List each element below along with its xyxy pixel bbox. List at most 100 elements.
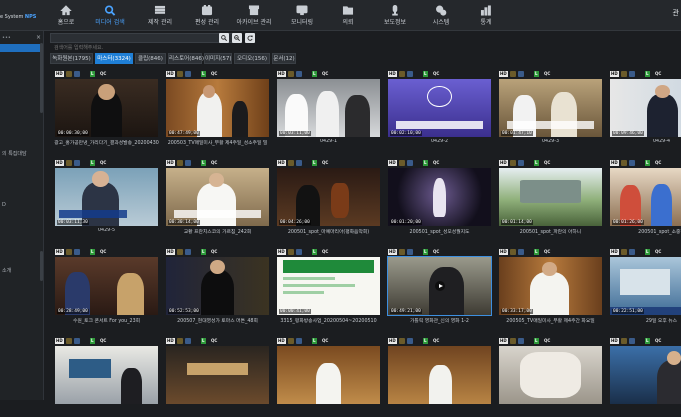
video-thumbnail[interactable] [55, 346, 158, 404]
edit-icon[interactable] [185, 71, 191, 77]
nav-gears[interactable]: 시스템 [419, 0, 463, 31]
video-thumbnail[interactable]: 00:01:14;00 [499, 168, 602, 226]
video-thumbnail[interactable]: 00:30:14;00 [166, 168, 269, 226]
media-card[interactable]: HD L QC 00:22:51;00 29일 오후 뉴스 [609, 248, 681, 328]
pencil-icon[interactable] [177, 338, 183, 344]
media-card[interactable]: HD L QC 00:01:20;00 200501_spot_성모성월지도 [387, 159, 492, 239]
pencil-icon[interactable] [621, 71, 627, 77]
media-card[interactable]: HD L QC [165, 337, 270, 417]
video-thumbnail[interactable]: 00:04:26;00 [277, 168, 380, 226]
edit-icon[interactable] [296, 160, 302, 166]
media-card[interactable]: HD L QC 00:00:41;00 3315_평화방송사업_20200504~202… [276, 248, 381, 328]
tab-media-type[interactable]: 오디오(156) [234, 53, 270, 64]
nav-calendar[interactable]: 편성 관리 [185, 0, 229, 31]
tab-media-type[interactable]: 녹화원본(1795) [50, 53, 93, 64]
video-thumbnail[interactable]: 00:49:21;00 [387, 256, 492, 316]
sidebar-scrollbar-lower[interactable] [40, 251, 43, 281]
edit-icon[interactable] [296, 71, 302, 77]
pencil-icon[interactable] [621, 160, 627, 166]
pencil-icon[interactable] [66, 160, 72, 166]
edit-icon[interactable] [518, 338, 524, 344]
sidebar-selected-item[interactable] [0, 44, 40, 52]
pencil-icon[interactable] [66, 338, 72, 344]
edit-icon[interactable] [185, 249, 191, 255]
media-card[interactable]: HD L QC 00:02:10;00 0429-2 [387, 70, 492, 150]
media-card[interactable]: HD L QC 00:01:26;00 200501_spot_소중한 [609, 159, 681, 239]
tab-media-type[interactable]: 리스토어(846) [168, 53, 204, 64]
sidebar-scrollbar[interactable] [40, 43, 43, 113]
video-thumbnail[interactable]: 00:00:30;00 [55, 79, 158, 137]
advanced-search-button[interactable] [232, 33, 242, 43]
media-card[interactable]: HD L QC [54, 337, 159, 417]
pencil-icon[interactable] [177, 71, 183, 77]
media-card[interactable]: HD L QC 00:03:11;00 0429-1 [276, 70, 381, 150]
edit-icon[interactable] [407, 249, 413, 255]
pencil-icon[interactable] [288, 160, 294, 166]
media-card[interactable]: HD L QC 00:09:46;00 0429-4 [609, 70, 681, 150]
media-card[interactable]: HD L QC [498, 337, 603, 417]
video-thumbnail[interactable]: 00:52:53;00 [166, 257, 269, 315]
edit-icon[interactable] [518, 71, 524, 77]
pencil-icon[interactable] [177, 249, 183, 255]
video-thumbnail[interactable]: 00:47:49;00 [166, 79, 269, 137]
media-card[interactable]: HD L QC 00:03:11;30 0429-5 [54, 159, 159, 239]
pencil-icon[interactable] [66, 71, 72, 77]
sidebar-item[interactable]: D [2, 202, 6, 208]
reset-button[interactable] [245, 33, 255, 43]
brand-logo[interactable]: e System NPS [0, 14, 36, 20]
pencil-icon[interactable] [288, 71, 294, 77]
video-thumbnail[interactable]: 00:01:26;00 [610, 168, 681, 226]
edit-icon[interactable] [518, 160, 524, 166]
video-thumbnail[interactable] [277, 346, 380, 404]
edit-icon[interactable] [74, 338, 80, 344]
video-thumbnail[interactable]: 00:22:51;00 [610, 257, 681, 315]
nav-chart[interactable]: 통계 [464, 0, 508, 31]
pencil-icon[interactable] [66, 249, 72, 255]
search-button[interactable] [219, 33, 229, 43]
edit-icon[interactable] [185, 160, 191, 166]
nav-list[interactable]: 제작 관리 [138, 0, 182, 31]
video-thumbnail[interactable]: 00:33:17;00 [499, 257, 602, 315]
sidebar-item[interactable]: 의 특집대담 [2, 150, 27, 157]
media-card[interactable]: HD L QC 00:28:49;00 수원_토크 콘서트 For you_23회 [54, 248, 159, 328]
video-thumbnail[interactable] [610, 346, 681, 404]
nav-home[interactable]: 홈으로 [44, 0, 88, 31]
edit-icon[interactable] [185, 338, 191, 344]
pencil-icon[interactable] [621, 338, 627, 344]
pencil-icon[interactable] [288, 338, 294, 344]
pencil-icon[interactable] [510, 249, 516, 255]
video-thumbnail[interactable]: 00:01:20;00 [388, 168, 491, 226]
video-thumbnail[interactable] [499, 346, 602, 404]
edit-icon[interactable] [629, 160, 635, 166]
sidebar-dots-icon[interactable]: ••• [2, 35, 11, 41]
video-thumbnail[interactable]: 00:03:11;00 [277, 79, 380, 137]
tab-media-type[interactable]: 마스터(3324) [95, 53, 133, 64]
media-card[interactable]: HD L QC [609, 337, 681, 417]
edit-icon[interactable] [296, 249, 302, 255]
video-thumbnail[interactable] [388, 346, 491, 404]
pencil-icon[interactable] [399, 160, 405, 166]
pencil-icon[interactable] [399, 71, 405, 77]
search-input[interactable] [51, 44, 235, 52]
video-thumbnail[interactable]: 00:02:10;00 [388, 79, 491, 137]
nav-monitor[interactable]: 모니터링 [280, 0, 324, 31]
pencil-icon[interactable] [177, 160, 183, 166]
pencil-icon[interactable] [399, 249, 405, 255]
media-card[interactable]: HD L QC 00:33:17;00 200505_TV매일미사_부활 제4주간 화요… [498, 248, 603, 328]
nav-microphone[interactable]: 보도정보 [373, 0, 417, 31]
media-card[interactable]: HD L QC [276, 337, 381, 417]
sidebar-close-icon[interactable]: × [36, 34, 41, 41]
media-card[interactable]: HD L QC 00:49:21;00 가톨릭 영화관_신의 영화 1-2 [387, 248, 492, 328]
media-card[interactable]: HD L QC 00:01:47;10 0429-3 [498, 70, 603, 150]
media-card[interactable]: HD L QC 00:47:49;00 200503_TV매일미사_부활 제4주일_성소… [165, 70, 270, 150]
edit-icon[interactable] [629, 338, 635, 344]
edit-icon[interactable] [296, 338, 302, 344]
video-thumbnail[interactable]: 00:03:11;30 [55, 168, 158, 226]
edit-icon[interactable] [74, 71, 80, 77]
edit-icon[interactable] [74, 160, 80, 166]
pencil-icon[interactable] [510, 160, 516, 166]
tab-media-type[interactable]: 클립(846) [135, 53, 166, 64]
edit-icon[interactable] [518, 249, 524, 255]
media-card[interactable]: HD L QC [387, 337, 492, 417]
video-thumbnail[interactable] [166, 346, 269, 404]
